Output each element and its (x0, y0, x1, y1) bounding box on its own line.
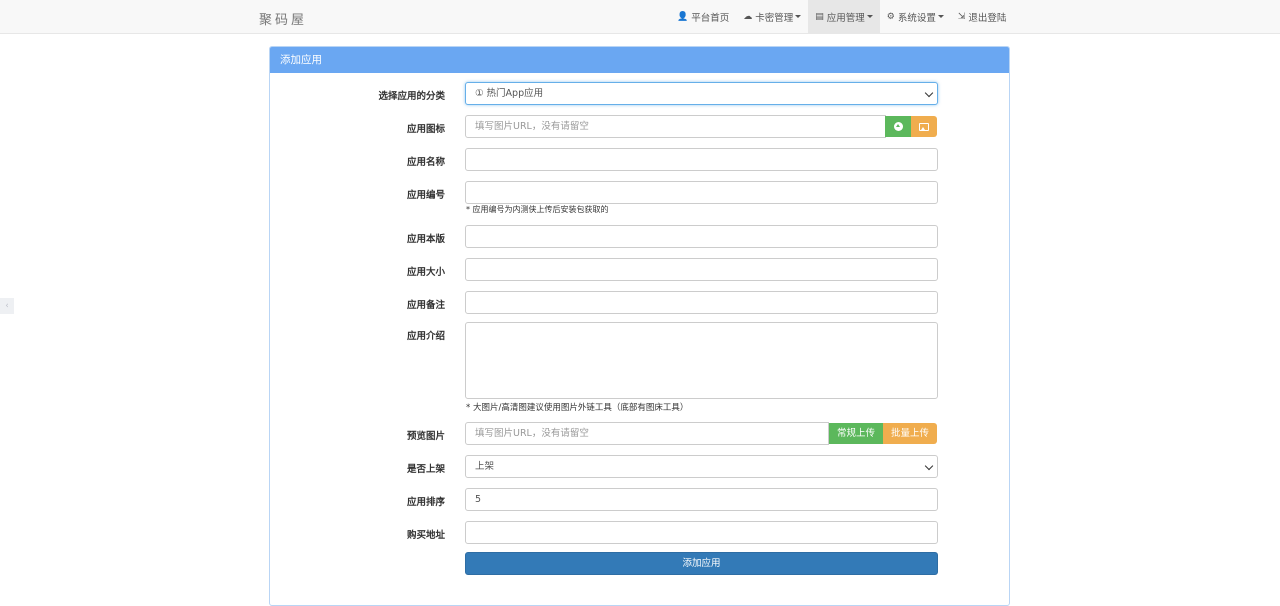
icon-url-placeholder: 填写图片URL，没有请留空 (475, 121, 589, 132)
app-intro-textarea[interactable] (465, 322, 938, 399)
nav-item-label: 系统设置 (897, 12, 936, 24)
top-navbar: 聚码屋 👤 平台首页 ☁ 卡密管理 ▤ 应用管理 ⚙ 系统设置 ⇲ 退出登陆 (0, 0, 1280, 34)
listed-label: 是否上架 (406, 464, 445, 475)
buy-url-input[interactable] (465, 521, 938, 544)
category-label: 选择应用的分类 (378, 91, 445, 102)
nav-menu: 👤 平台首页 ☁ 卡密管理 ▤ 应用管理 ⚙ 系统设置 ⇲ 退出登陆 (670, 0, 1013, 33)
buy-url-label: 购买地址 (406, 530, 445, 541)
nav-item-label: 应用管理 (826, 12, 865, 24)
image-icon (919, 122, 929, 131)
list-icon: ▤ (815, 11, 824, 22)
brand-logo[interactable]: 聚码屋 (259, 9, 307, 28)
app-remark-label: 应用备注 (406, 300, 445, 311)
nav-item-card-manage[interactable]: ☁ 卡密管理 (736, 0, 808, 33)
nav-item-home[interactable]: 👤 平台首页 (670, 0, 736, 33)
preview-url-input[interactable]: 填写图片URL，没有请留空 (465, 422, 829, 445)
caret-down-icon (937, 15, 944, 18)
nav-item-settings[interactable]: ⚙ 系统设置 (880, 0, 951, 33)
chevron-down-icon (924, 88, 934, 98)
caret-down-icon (795, 15, 802, 18)
app-intro-label: 应用介绍 (406, 331, 445, 342)
caret-down-icon (866, 15, 873, 18)
preview-url-placeholder: 填写图片URL，没有请留空 (475, 428, 589, 439)
app-code-help: * 应用编号为内测侠上传后安装包获取的 (466, 205, 609, 214)
nav-item-label: 卡密管理 (755, 12, 794, 24)
app-name-input[interactable] (465, 148, 938, 171)
listed-select[interactable]: 上架 (465, 455, 938, 478)
nav-item-label: 退出登陆 (968, 12, 1007, 24)
gear-icon: ⚙ (886, 11, 895, 22)
app-remark-input[interactable] (465, 291, 938, 314)
app-version-input[interactable] (465, 225, 938, 248)
app-intro-help: * 大图片/高清图建议使用图片外链工具（底部有图床工具） (466, 403, 689, 413)
app-version-label: 应用本版 (406, 234, 445, 245)
listed-select-value: 上架 (475, 461, 495, 472)
chevron-down-icon (924, 461, 934, 471)
user-icon: 👤 (677, 11, 689, 22)
app-code-input[interactable] (465, 181, 938, 204)
cloud-icon: ☁ (743, 11, 753, 22)
side-collapse-tab[interactable]: ‹ (0, 298, 14, 314)
logout-icon: ⇲ (957, 11, 966, 22)
app-size-label: 应用大小 (406, 267, 445, 278)
nav-item-app-manage[interactable]: ▤ 应用管理 (808, 0, 880, 33)
app-code-label: 应用编号 (406, 190, 445, 201)
sort-input[interactable]: 5 (465, 488, 938, 511)
icon-image-button[interactable] (911, 116, 937, 137)
sort-label: 应用排序 (406, 497, 445, 508)
panel-title: 添加应用 (270, 47, 1009, 73)
app-size-input[interactable] (465, 258, 938, 281)
icon-url-input[interactable]: 填写图片URL，没有请留空 (465, 115, 886, 138)
normal-upload-button[interactable]: 常规上传 (829, 423, 883, 444)
nav-item-label: 平台首页 (691, 12, 730, 24)
preview-label: 预览图片 (406, 431, 445, 442)
icon-upload-button[interactable] (885, 116, 911, 137)
upload-icon (893, 122, 903, 131)
nav-item-logout[interactable]: ⇲ 退出登陆 (951, 0, 1014, 33)
app-name-label: 应用名称 (406, 157, 445, 168)
category-select-value: ① 热门App应用 (475, 88, 544, 99)
batch-upload-button[interactable]: 批量上传 (883, 423, 937, 444)
category-select[interactable]: ① 热门App应用 (465, 82, 938, 105)
add-app-submit-button[interactable]: 添加应用 (465, 552, 938, 575)
icon-url-label: 应用图标 (406, 124, 445, 135)
